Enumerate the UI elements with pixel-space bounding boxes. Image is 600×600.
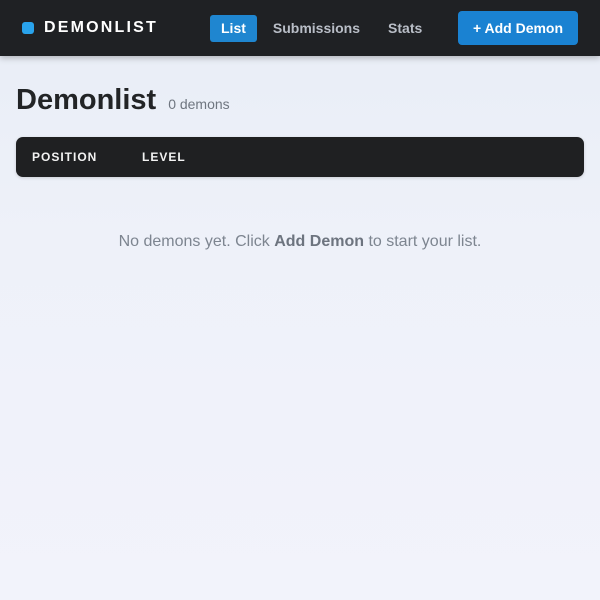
brand[interactable]: DEMONLIST bbox=[22, 18, 158, 38]
brand-logo-icon bbox=[22, 22, 34, 34]
nav-item-list[interactable]: List bbox=[210, 15, 257, 42]
empty-state-message: No demons yet. Click Add Demon to start … bbox=[0, 233, 600, 251]
main-nav: List Submissions Stats bbox=[210, 15, 440, 42]
page-heading: Demonlist 0 demons bbox=[16, 84, 230, 117]
empty-state-suffix: to start your list. bbox=[364, 233, 482, 250]
empty-state-prefix: No demons yet. Click bbox=[118, 233, 275, 250]
nav-item-stats[interactable]: Stats bbox=[378, 15, 432, 42]
column-header-position[interactable]: POSITION bbox=[32, 150, 97, 164]
add-demon-button[interactable]: + Add Demon bbox=[458, 11, 578, 45]
brand-name: DEMONLIST bbox=[44, 19, 159, 36]
page-title: Demonlist bbox=[16, 84, 157, 116]
column-header-level[interactable]: LEVEL bbox=[142, 150, 186, 164]
top-navigation-bar: DEMONLIST List Submissions Stats + Add D… bbox=[0, 0, 600, 56]
demon-count: 0 demons bbox=[168, 96, 230, 112]
empty-state-emphasis: Add Demon bbox=[274, 233, 364, 250]
table-header: POSITION LEVEL bbox=[16, 137, 584, 177]
nav-item-submissions[interactable]: Submissions bbox=[263, 15, 370, 42]
